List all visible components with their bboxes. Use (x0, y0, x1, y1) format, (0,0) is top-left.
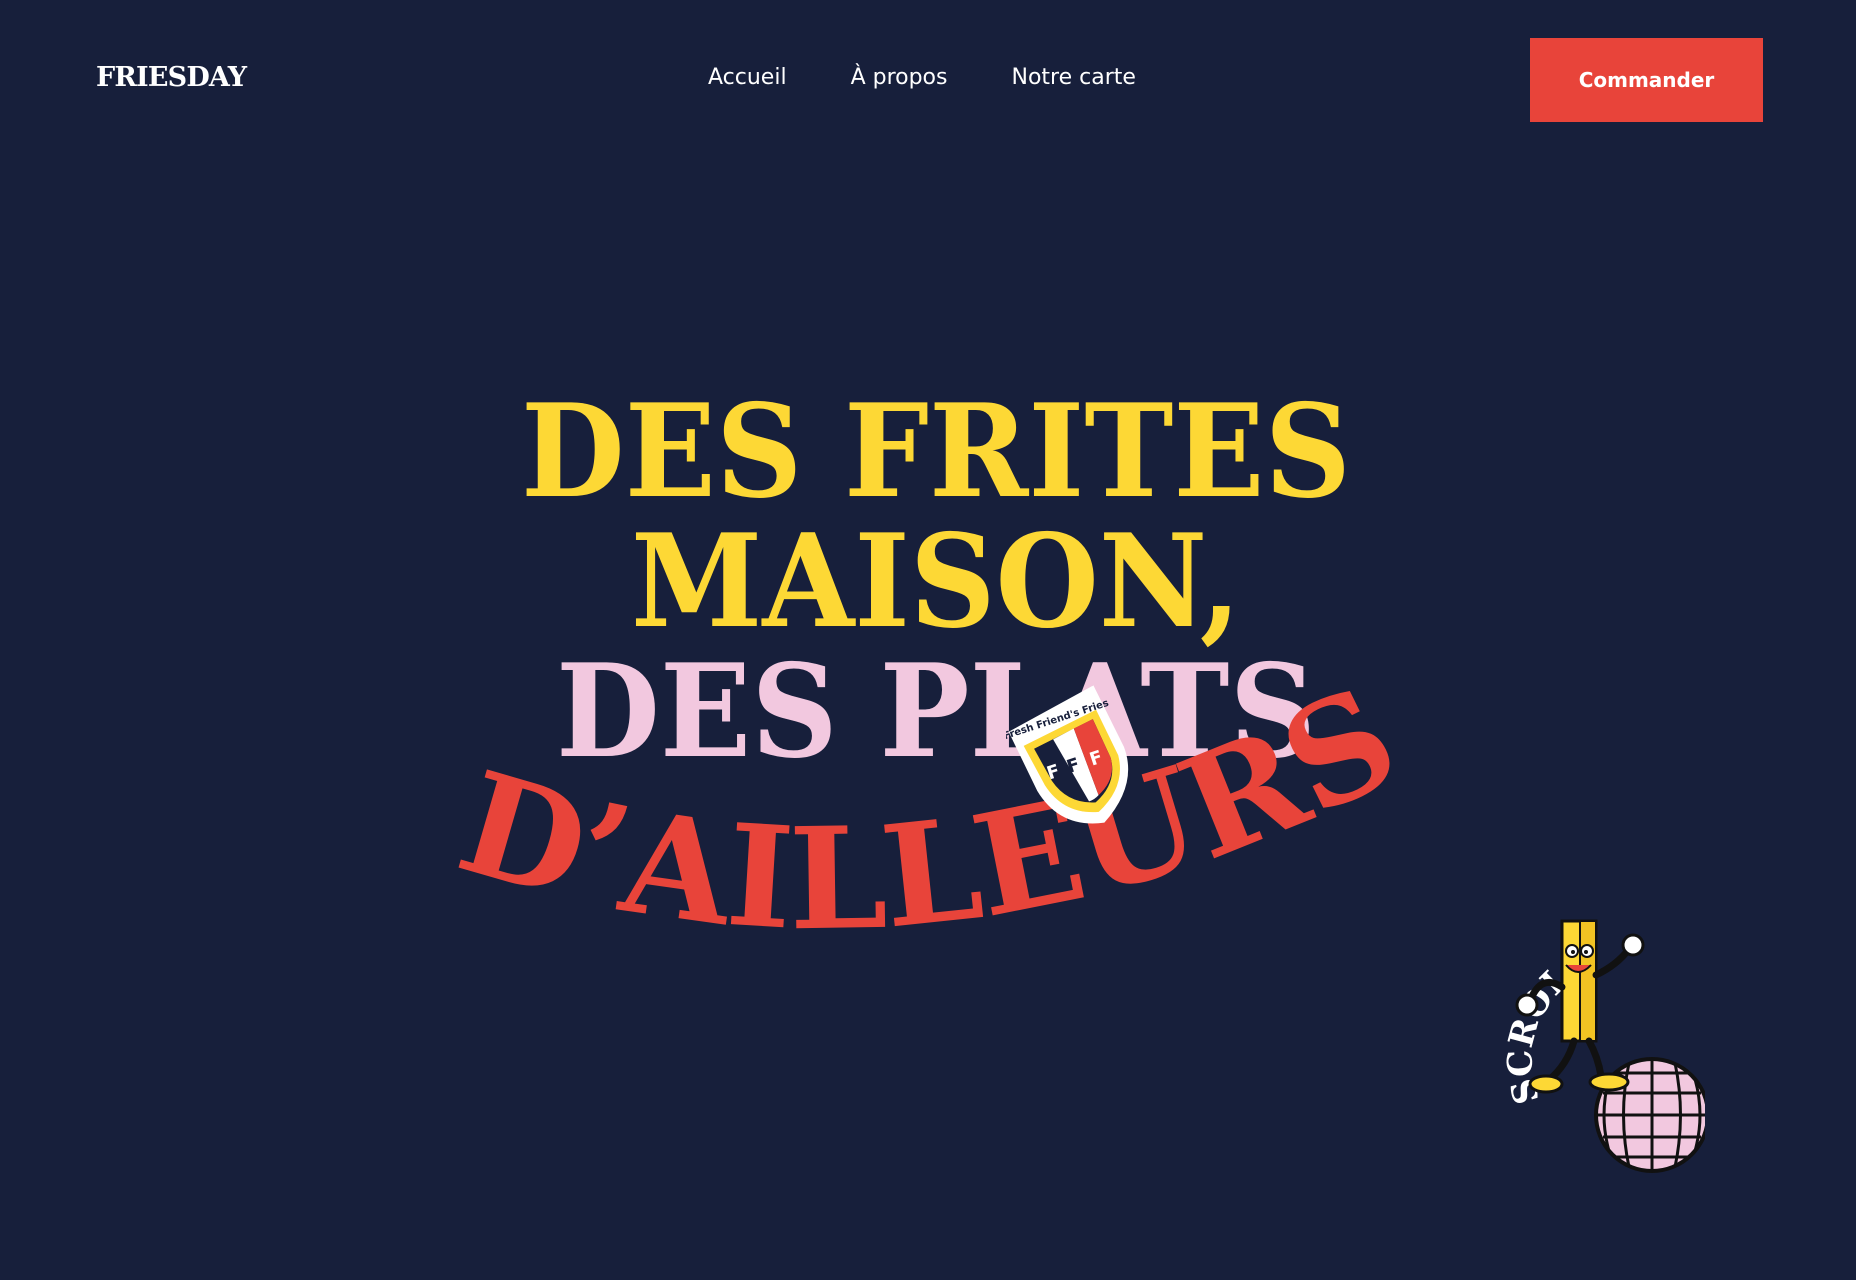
headline-line-1: DES FRITES (521, 377, 1351, 527)
fff-badge-icon: Fresh Friend's Fries F F F (1006, 685, 1129, 824)
headline-line-2: MAISON, (631, 507, 1241, 657)
scroll-mascot-icon[interactable]: SCROLL (1505, 915, 1705, 1185)
